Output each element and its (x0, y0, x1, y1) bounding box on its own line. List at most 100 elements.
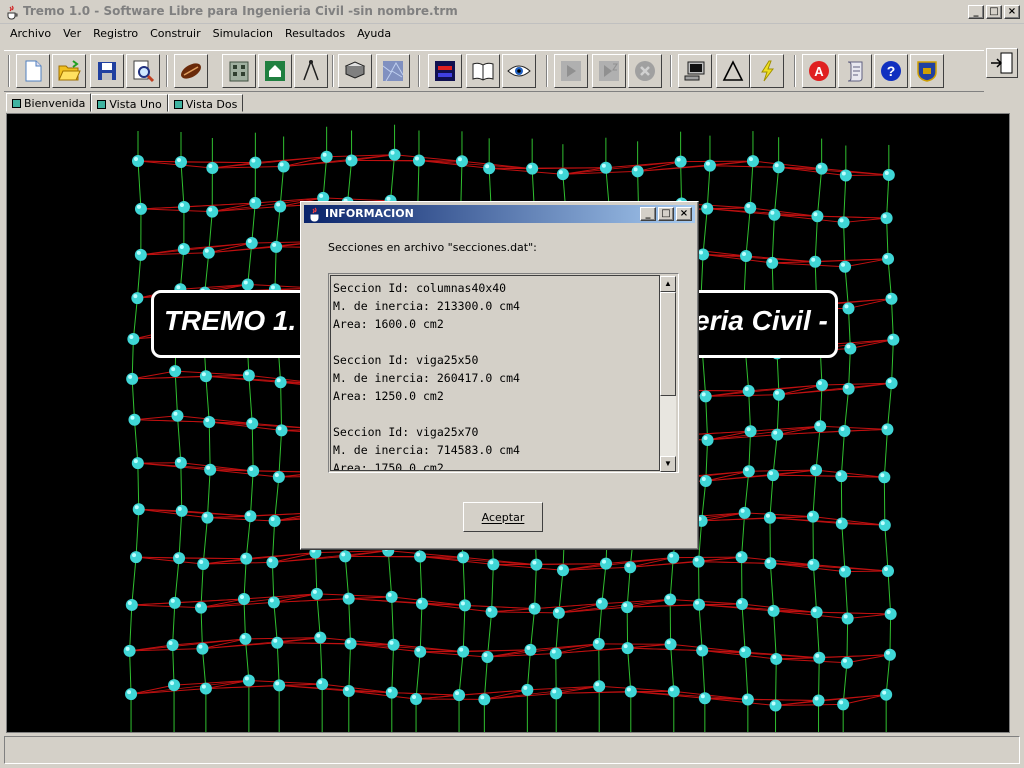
menu-construir[interactable]: Construir (144, 24, 207, 44)
maximize-button[interactable]: □ (986, 5, 1002, 19)
node-highlight (844, 384, 849, 389)
scroll-thumb[interactable] (660, 292, 676, 396)
dialog-close-button[interactable]: × (676, 207, 692, 221)
delta-button[interactable] (716, 54, 750, 88)
column-member (174, 558, 180, 603)
structure-node (838, 425, 851, 438)
column-member (172, 602, 176, 646)
structure-node (674, 155, 687, 168)
scroll-down-arrow-icon[interactable]: ▼ (660, 456, 676, 472)
about-button[interactable] (910, 54, 944, 88)
node-highlight (694, 557, 699, 562)
node-highlight (676, 157, 681, 162)
column-member (348, 643, 352, 692)
column-member (841, 523, 846, 572)
print-preview-button[interactable] (126, 54, 160, 88)
tab-vista-uno[interactable]: Vista Uno (91, 94, 168, 112)
node-highlight (699, 250, 704, 255)
node-highlight (774, 163, 779, 168)
column-member (748, 390, 752, 432)
structure-node (249, 197, 262, 210)
structure-node (744, 201, 757, 214)
sections-text-area[interactable]: Seccion Id: columnas40x40 M. de inercia: … (328, 273, 679, 473)
beam-member (698, 603, 743, 606)
structure-node (624, 561, 637, 574)
house-icon (265, 61, 285, 81)
help-button[interactable]: ? (874, 54, 908, 88)
compass-button[interactable] (294, 54, 328, 88)
tab-bienvenida[interactable]: Bienvenida (6, 93, 92, 112)
beam-button[interactable] (174, 54, 208, 88)
column-member (706, 165, 711, 209)
column-member (319, 637, 323, 685)
vertical-scrollbar[interactable]: ▲ ▼ (660, 276, 676, 472)
column-member (848, 348, 851, 389)
structure-node (169, 365, 182, 378)
beam-member (845, 174, 889, 177)
column-member (202, 517, 208, 565)
node-highlight (322, 152, 327, 157)
accept-button[interactable]: Aceptar (463, 502, 543, 532)
save-button[interactable] (90, 54, 124, 88)
load-button[interactable] (428, 54, 462, 88)
view-button[interactable] (502, 54, 536, 88)
node-highlight (173, 411, 178, 416)
column-member (844, 571, 849, 619)
node-highlight (241, 634, 246, 639)
node-highlight (626, 563, 631, 568)
step-button[interactable] (592, 54, 626, 88)
lightning-button[interactable] (750, 54, 784, 88)
monitor-button[interactable] (678, 54, 712, 88)
house-button[interactable] (258, 54, 292, 88)
node-highlight (768, 258, 773, 263)
play-button[interactable] (554, 54, 588, 88)
dialog-maximize-button[interactable]: □ (658, 207, 674, 221)
node-highlight (837, 519, 842, 524)
structure-node (701, 433, 714, 446)
beam-member (670, 598, 743, 605)
beam-member (316, 593, 392, 598)
structure-node (385, 686, 398, 699)
material-button[interactable] (376, 54, 410, 88)
menu-simulacion[interactable]: Simulacion (207, 24, 279, 44)
node-highlight (170, 681, 175, 686)
section-text-line: Seccion Id: viga25x70 (333, 425, 479, 439)
menu-registro[interactable]: Registro (87, 24, 144, 44)
exit-button[interactable] (986, 48, 1018, 78)
column-member (818, 657, 820, 701)
column-member (137, 463, 140, 510)
node-highlight (703, 204, 708, 209)
menu-ayuda[interactable]: Ayuda (351, 24, 397, 44)
beam-member (493, 563, 564, 571)
help-a-button[interactable]: A (802, 54, 836, 88)
stop-button[interactable] (628, 54, 662, 88)
menu-resultados[interactable]: Resultados (279, 24, 351, 44)
scroll-up-arrow-icon[interactable]: ▲ (660, 276, 676, 292)
minimize-button[interactable]: _ (968, 5, 984, 19)
structure-node (123, 644, 136, 657)
building-button[interactable] (222, 54, 256, 88)
node-highlight (595, 682, 600, 687)
node-highlight (133, 459, 138, 464)
menu-archivo[interactable]: Archivo (4, 24, 57, 44)
node-highlight (244, 676, 249, 681)
structure-node (526, 162, 539, 175)
tab-vista-dos[interactable]: Vista Dos (167, 94, 244, 112)
dialog-title-bar[interactable]: INFORMACION _ □ × (304, 205, 695, 223)
book-button[interactable] (466, 54, 500, 88)
structure-node (664, 638, 677, 651)
section-button[interactable] (338, 54, 372, 88)
new-file-button[interactable] (16, 54, 50, 88)
column-member (419, 603, 423, 652)
menu-ver[interactable]: Ver (57, 24, 87, 44)
section-text-line (333, 405, 520, 423)
open-button[interactable] (52, 54, 86, 88)
node-highlight (176, 285, 181, 290)
dialog-minimize-button[interactable]: _ (640, 207, 656, 221)
node-highlight (176, 458, 181, 463)
column-member (889, 614, 892, 655)
node-highlight (841, 171, 846, 176)
script-button[interactable] (838, 54, 872, 88)
close-button[interactable]: × (1004, 5, 1020, 19)
column-member (390, 154, 396, 201)
